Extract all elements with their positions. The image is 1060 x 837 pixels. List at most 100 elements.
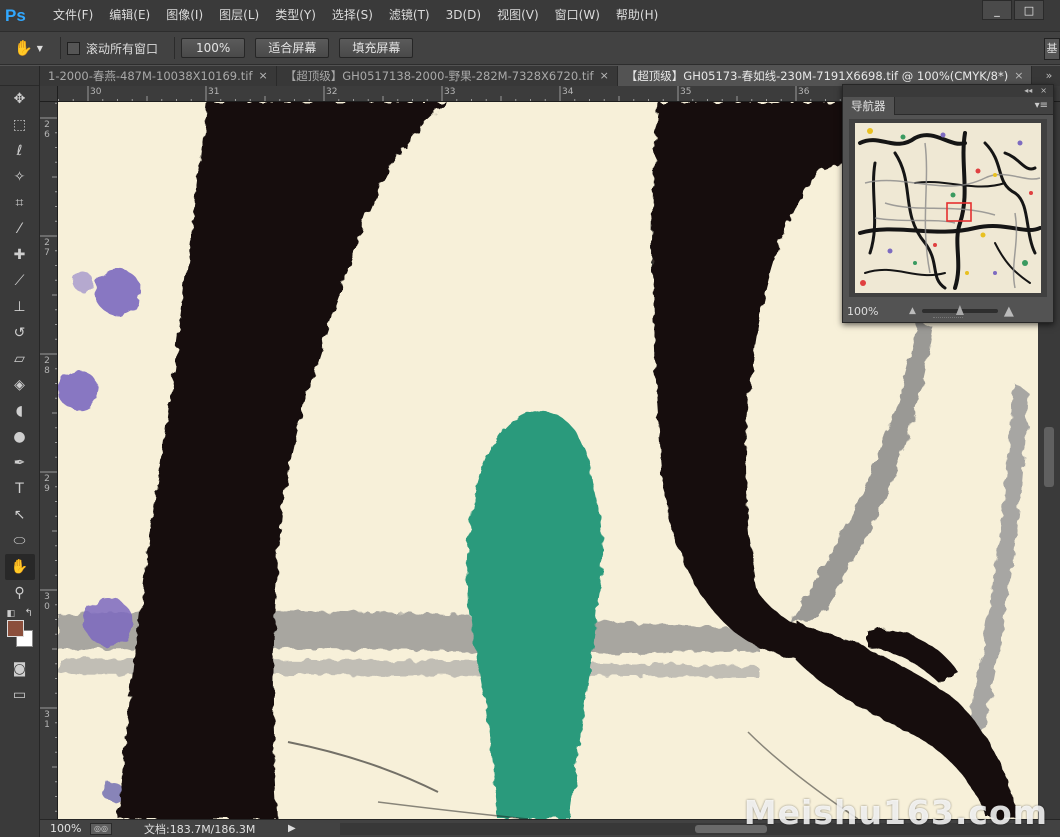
navigator-header: 导航器 ▾≡ (843, 96, 1053, 115)
hand-icon: ✋ (10, 559, 29, 575)
ruler-origin[interactable] (40, 86, 58, 102)
lasso-tool[interactable]: ℓ (5, 138, 35, 164)
history-brush-icon: ↺ (13, 325, 26, 341)
menu-item-4[interactable]: 类型(Y) (267, 0, 324, 31)
move-tool[interactable]: ✥ (5, 86, 35, 112)
paint-bucket-tool[interactable]: ◈ (5, 372, 35, 398)
ruler-label: 26 (44, 120, 50, 140)
maximize-button[interactable]: □ (1014, 0, 1044, 20)
status-preview-icon[interactable]: ◎◎ (90, 822, 112, 835)
healing-brush-tool[interactable]: ✚ (5, 242, 35, 268)
blur-tool[interactable]: ◖ (5, 398, 35, 424)
document-size-info: 文档:183.7M/186.3M (144, 822, 256, 836)
ruler-label: 27 (44, 238, 50, 258)
zoom-in-icon[interactable]: ▲ (1004, 304, 1014, 319)
pen-icon: ✒ (13, 455, 26, 471)
zoom-100-button[interactable]: 100% (181, 38, 246, 58)
eraser-icon: ▱ (14, 351, 25, 367)
color-swatches: ◧ ↰ (3, 608, 37, 654)
eyedropper-tool[interactable]: ⁄ (5, 216, 35, 242)
options-bar: ✋ ▼ 滚动所有窗口 100% 适合屏幕 填充屏幕 基 (0, 31, 1060, 65)
clone-stamp-tool[interactable]: ⊥ (5, 294, 35, 320)
panel-menu-icon[interactable]: ▾≡ (1035, 100, 1048, 111)
scroll-all-windows-label: 滚动所有窗口 (86, 41, 159, 56)
zoom-out-icon[interactable]: ▲ (909, 306, 916, 316)
menu-item-9[interactable]: 窗口(W) (547, 0, 608, 31)
photoshop-logo: Ps (5, 5, 26, 25)
panel-resize-grip[interactable] (933, 317, 963, 320)
navigator-zoom-slider[interactable] (921, 305, 998, 315)
tab-navigator[interactable]: 导航器 (843, 96, 895, 115)
navigator-thumbnail-frame (849, 119, 1047, 297)
menu-item-8[interactable]: 视图(V) (489, 0, 547, 31)
pen-tool[interactable]: ✒ (5, 450, 35, 476)
ruler-label: 28 (44, 356, 50, 376)
ruler-label: 29 (44, 474, 50, 494)
swap-colors-icon[interactable]: ↰ (25, 608, 33, 619)
vertical-ruler[interactable]: 26 27 28 29 30 31 (40, 102, 58, 819)
default-colors-icon[interactable]: ◧ (7, 609, 16, 619)
menu-list: 文件(F) 编辑(E) 图像(I) 图层(L) 类型(Y) 选择(S) 滤镜(T) 3D(D)… (45, 0, 666, 31)
magic-wand-tool[interactable]: ✧ (5, 164, 35, 190)
close-icon[interactable]: × (1014, 66, 1023, 86)
menu-item-0[interactable]: 文件(F) (45, 0, 101, 31)
fill-screen-button[interactable]: 填充屏幕 (339, 38, 414, 58)
crop-icon: ⌗ (15, 195, 24, 211)
menu-item-3[interactable]: 图层(L) (211, 0, 267, 31)
zoom-icon: ⚲ (14, 585, 25, 601)
crop-tool[interactable]: ⌗ (5, 190, 35, 216)
collapse-panel-icon[interactable]: ◂◂ (1024, 85, 1032, 97)
quick-mask-tool[interactable]: ◙ (5, 656, 35, 682)
workspace-switcher-button[interactable]: 基 (1044, 38, 1060, 60)
menu-item-1[interactable]: 编辑(E) (101, 0, 158, 31)
document-tab-1[interactable]: 【超顶级】GH0517138-2000-野果-282M-7328X6720.ti… (277, 66, 618, 86)
menu-item-2[interactable]: 图像(I) (158, 0, 211, 31)
ruler-label: 30 (90, 87, 102, 97)
toolbox: ✥ ⬚ ℓ ✧ ⌗ ⁄ ✚ ⟋ ⊥ ↺ ▱ ◈ ◖ ● ✒ T ↖ ⬭ ✋ ⚲ ◧ ↰ ◙ ▭ (0, 66, 40, 837)
divider (174, 37, 176, 59)
close-panel-icon[interactable]: × (1040, 85, 1047, 97)
menu-item-6[interactable]: 滤镜(T) (381, 0, 438, 31)
document-tab-0[interactable]: 1-2000-春燕-487M-10038X10169.tif × (40, 66, 277, 86)
ruler-label: 31 (44, 710, 50, 730)
navigator-zoom-field[interactable]: 100% (847, 305, 909, 318)
watermark: Meishu163.com (743, 793, 1048, 832)
more-tabs-icon[interactable]: » (1038, 66, 1060, 86)
brush-icon: ⟋ (14, 273, 25, 289)
dodge-tool[interactable]: ● (5, 424, 35, 450)
menu-item-5[interactable]: 选择(S) (324, 0, 381, 31)
navigator-zoom-slider-knob[interactable] (955, 305, 964, 315)
path-selection-tool[interactable]: ↖ (5, 502, 35, 528)
scroll-all-windows-checkbox[interactable] (67, 41, 80, 55)
paint-bucket-icon: ◈ (14, 377, 25, 393)
navigator-thumbnail[interactable] (855, 123, 1041, 293)
toolbox-grip[interactable] (0, 66, 39, 86)
menu-item-10[interactable]: 帮助(H) (608, 0, 666, 31)
brush-tool[interactable]: ⟋ (5, 268, 35, 294)
history-brush-tool[interactable]: ↺ (5, 320, 35, 346)
zoom-tool[interactable]: ⚲ (5, 580, 35, 606)
tool-preset-picker[interactable]: ✋ ▼ (14, 36, 54, 60)
ellipse-tool[interactable]: ⬭ (5, 528, 35, 554)
ruler-label: 35 (680, 87, 692, 97)
eraser-tool[interactable]: ▱ (5, 346, 35, 372)
vertical-scrollbar-thumb[interactable] (1044, 427, 1054, 487)
ellipse-icon: ⬭ (13, 533, 26, 549)
menu-item-7[interactable]: 3D(D) (438, 0, 489, 31)
type-tool[interactable]: T (5, 476, 35, 502)
chevron-down-icon: ▼ (36, 43, 43, 53)
status-menu-arrow-icon[interactable]: ▶ (288, 823, 296, 834)
marquee-tool[interactable]: ⬚ (5, 112, 35, 138)
fit-screen-button[interactable]: 适合屏幕 (255, 38, 330, 58)
hand-icon: ✋ (14, 39, 33, 57)
hand-tool[interactable]: ✋ (4, 554, 35, 580)
document-tab-2[interactable]: 【超顶级】GH05173-春如线-230M-7191X6698.tif @ 10… (617, 66, 1033, 86)
ruler-label: 31 (208, 87, 220, 97)
status-zoom-field[interactable]: 100% (40, 822, 90, 835)
close-icon[interactable]: × (600, 66, 609, 86)
close-icon[interactable]: × (259, 66, 268, 86)
window-controls: _ □ (980, 0, 1044, 20)
minimize-button[interactable]: _ (982, 0, 1012, 20)
foreground-color-swatch[interactable] (6, 620, 24, 637)
screen-mode-tool[interactable]: ▭ (5, 682, 35, 708)
